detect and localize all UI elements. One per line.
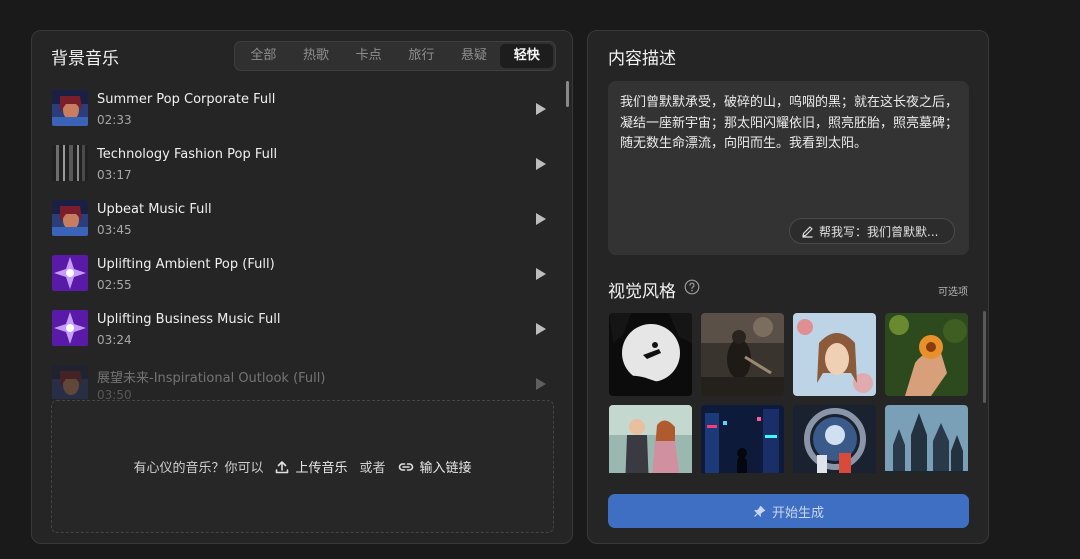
- description-textarea[interactable]: 我们曾默默承受，破碎的山，呜咽的黑；就在这长夜之后，凝结一座新宇宙；那太阳闪耀依…: [608, 81, 969, 255]
- style-grid-scrollbar[interactable]: [983, 311, 986, 403]
- play-icon[interactable]: [535, 102, 547, 116]
- track-item[interactable]: Uplifting Ambient Pop (Full) 02:55: [32, 248, 572, 303]
- description-text: 我们曾默默承受，破碎的山，呜咽的黑；就在这长夜之后，凝结一座新宇宙；那太阳闪耀依…: [620, 95, 959, 151]
- input-link-label: 输入链接: [419, 461, 472, 476]
- style-option-astronauts-portal[interactable]: [793, 405, 876, 473]
- track-item[interactable]: Technology Fashion Pop Full 03:17: [32, 138, 572, 193]
- track-cover: [52, 200, 88, 236]
- track-list-scrollbar[interactable]: [566, 81, 569, 107]
- visual-style-title: 视觉风格: [608, 282, 676, 302]
- start-generate-button[interactable]: 开始生成: [608, 494, 969, 528]
- description-title: 内容描述: [608, 49, 676, 69]
- input-link-button[interactable]: 输入链接: [398, 457, 472, 476]
- background-music-panel: 背景音乐 全部 热歌 卡点 旅行 悬疑 轻快 Summer Pop Corpor…: [31, 30, 573, 544]
- play-icon[interactable]: [535, 157, 547, 171]
- style-option-girl-portrait[interactable]: [793, 313, 876, 396]
- pencil-icon: [802, 225, 813, 238]
- help-write-label: 帮我写：我们曾默默...: [819, 224, 939, 239]
- link-icon: [398, 462, 413, 471]
- track-title: Uplifting Business Music Full: [97, 312, 281, 327]
- tab-hot[interactable]: 热歌: [290, 44, 343, 68]
- play-icon[interactable]: [535, 377, 547, 391]
- tab-travel[interactable]: 旅行: [395, 44, 448, 68]
- track-list: Summer Pop Corporate Full 02:33 Technolo…: [32, 83, 572, 399]
- upload-icon: [276, 460, 289, 473]
- track-title: Upbeat Music Full: [97, 202, 212, 217]
- track-cover: [52, 310, 88, 346]
- track-title: Uplifting Ambient Pop (Full): [97, 257, 275, 272]
- track-duration: 02:33: [97, 113, 132, 127]
- style-option-hand-fruit[interactable]: [885, 313, 968, 396]
- style-option-moon-silhouette[interactable]: [609, 313, 692, 396]
- play-icon[interactable]: [535, 212, 547, 226]
- visual-style-grid: [609, 313, 969, 473]
- track-item[interactable]: 展望未来-Inspirational Outlook (Full) 03:50: [32, 358, 572, 399]
- play-icon[interactable]: [535, 322, 547, 336]
- track-item[interactable]: Summer Pop Corporate Full 02:33: [32, 83, 572, 138]
- track-duration: 03:45: [97, 223, 132, 237]
- style-option-couple[interactable]: [609, 405, 692, 473]
- tab-all[interactable]: 全部: [237, 44, 290, 68]
- play-icon[interactable]: [535, 267, 547, 281]
- or-text: 或者: [359, 461, 386, 476]
- track-title: Technology Fashion Pop Full: [97, 147, 278, 162]
- track-cover: [52, 90, 88, 126]
- upload-music-area: 有心仪的音乐？你可以 上传音乐 或者 输入链接: [51, 400, 554, 533]
- help-circle-icon[interactable]: [684, 279, 700, 295]
- tab-light[interactable]: 轻快: [500, 44, 554, 68]
- track-duration: 02:55: [97, 278, 132, 292]
- style-option-concert[interactable]: [701, 313, 784, 396]
- help-write-button[interactable]: 帮我写：我们曾默默...: [789, 218, 955, 244]
- upload-music-button[interactable]: 上传音乐: [275, 457, 348, 476]
- track-item[interactable]: Upbeat Music Full 03:45: [32, 193, 572, 248]
- track-cover: [52, 365, 88, 399]
- style-option-cyberpunk-city[interactable]: [701, 405, 784, 473]
- track-duration: 03:24: [97, 333, 132, 347]
- track-title: 展望未来-Inspirational Outlook (Full): [97, 371, 326, 386]
- start-generate-label: 开始生成: [771, 505, 824, 521]
- tab-beat[interactable]: 卡点: [342, 44, 395, 68]
- track-item[interactable]: Uplifting Business Music Full 03:24: [32, 303, 572, 358]
- track-title: Summer Pop Corporate Full: [97, 92, 276, 107]
- upload-music-label: 上传音乐: [295, 461, 348, 476]
- tab-suspense[interactable]: 悬疑: [448, 44, 501, 68]
- style-option-castle[interactable]: [885, 405, 968, 473]
- music-category-tabs: 全部 热歌 卡点 旅行 悬疑 轻快: [234, 41, 556, 71]
- pin-icon: [754, 505, 766, 517]
- track-cover: [52, 145, 88, 181]
- track-cover: [52, 255, 88, 291]
- content-panel: 内容描述 我们曾默默承受，破碎的山，呜咽的黑；就在这长夜之后，凝结一座新宇宙；那…: [587, 30, 989, 544]
- track-duration: 03:17: [97, 168, 132, 182]
- track-duration: 03:50: [97, 388, 132, 399]
- music-panel-title: 背景音乐: [51, 49, 119, 69]
- optional-label: 可选项: [938, 287, 968, 298]
- upload-prompt: 有心仪的音乐？你可以: [133, 461, 264, 476]
